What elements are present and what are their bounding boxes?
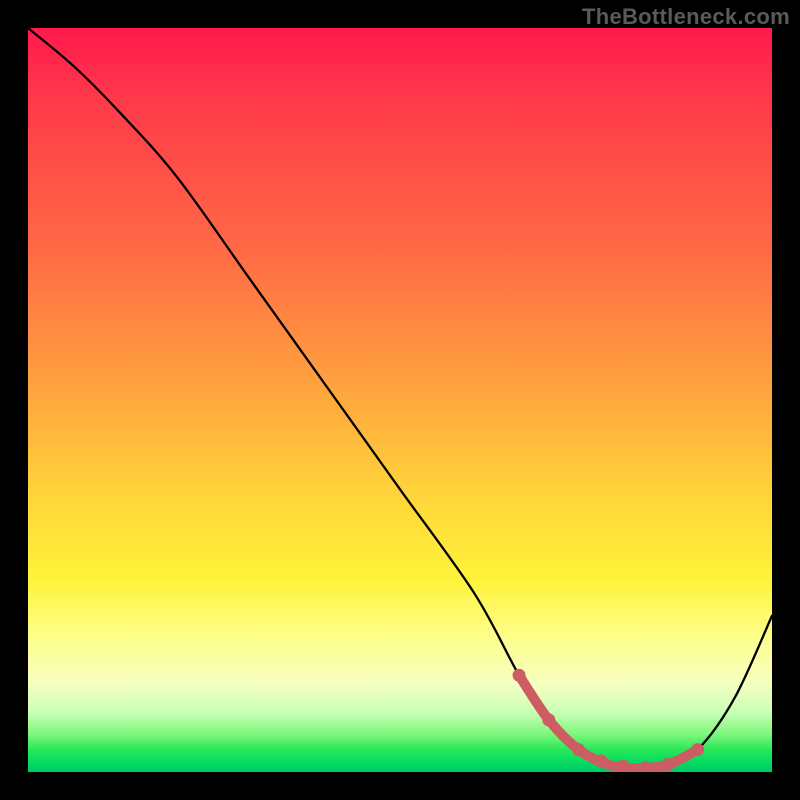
watermark-text: TheBottleneck.com bbox=[582, 4, 790, 30]
recommended-dot bbox=[513, 669, 526, 682]
recommended-dot bbox=[691, 743, 704, 756]
recommended-dot bbox=[594, 754, 607, 767]
plot-area bbox=[28, 28, 772, 772]
recommended-dot bbox=[617, 760, 630, 772]
bottleneck-curve bbox=[28, 28, 772, 768]
recommended-dot bbox=[572, 743, 585, 756]
curve-svg bbox=[28, 28, 772, 772]
recommended-dot bbox=[639, 761, 652, 772]
chart-frame: TheBottleneck.com bbox=[0, 0, 800, 800]
recommended-dot bbox=[661, 758, 674, 771]
recommended-dot bbox=[542, 713, 555, 726]
